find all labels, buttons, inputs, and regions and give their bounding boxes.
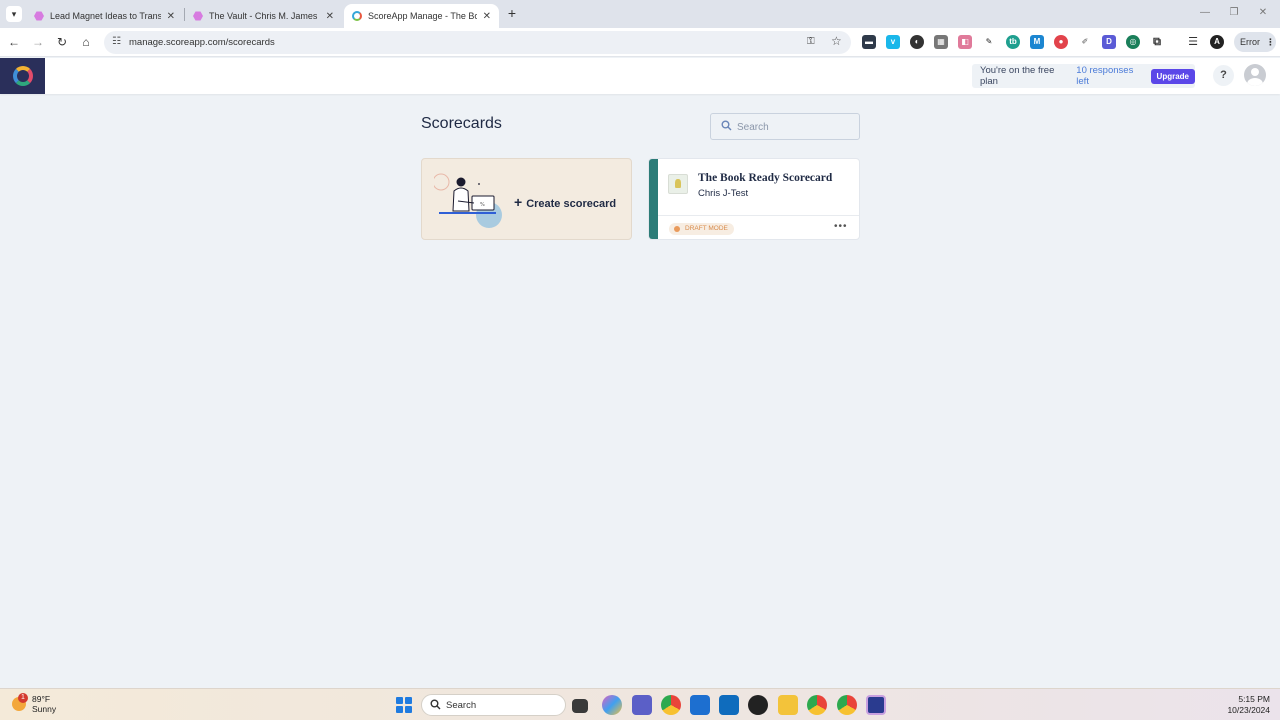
taskbar: 1 89°F Sunny Search 5:15 PM 10/23/2024 bbox=[0, 688, 1280, 720]
close-tab-icon[interactable]: ✕ bbox=[167, 11, 175, 22]
taskbar-search-label: Search bbox=[446, 700, 477, 711]
page-title: Scorecards bbox=[421, 115, 502, 132]
dell-icon[interactable] bbox=[748, 695, 768, 715]
more-menu-icon[interactable]: ⋮ bbox=[1266, 32, 1275, 52]
tab-favicon-icon bbox=[352, 11, 362, 21]
back-arrow-icon[interactable]: ← bbox=[6, 34, 22, 50]
svg-text:%: % bbox=[480, 202, 485, 208]
weather-condition: Sunny bbox=[32, 704, 57, 714]
scorecard-item[interactable]: The Book Ready Scorecard Chris J-Test DR… bbox=[648, 158, 860, 240]
scorecard-title[interactable]: The Book Ready Scorecard bbox=[698, 172, 832, 184]
teams-icon[interactable] bbox=[632, 695, 652, 715]
more-options-icon[interactable]: ••• bbox=[834, 221, 848, 232]
chrome-icon[interactable] bbox=[661, 695, 681, 715]
bookmark-star-icon[interactable]: ☆ bbox=[831, 34, 842, 48]
store-icon[interactable] bbox=[690, 695, 710, 715]
weather-temp: 89°F bbox=[32, 694, 51, 704]
system-clock[interactable]: 5:15 PM 10/23/2024 bbox=[1215, 694, 1270, 716]
status-dot-icon bbox=[674, 226, 680, 232]
extensions-puzzle-icon[interactable]: ⧉ bbox=[1150, 35, 1164, 49]
new-tab-button[interactable]: + bbox=[505, 5, 519, 21]
profile-error-button[interactable]: Error ⋮ bbox=[1234, 32, 1276, 52]
pen-extension-icon[interactable]: ✎ bbox=[982, 35, 996, 49]
tab-search-menu-button[interactable]: ▾ bbox=[6, 6, 22, 22]
weather-widget[interactable]: 1 89°F Sunny bbox=[12, 693, 57, 714]
status-label: DRAFT MODE bbox=[685, 225, 728, 232]
create-scorecard-label[interactable]: + Create scorecard bbox=[514, 194, 616, 210]
url-text[interactable]: manage.scoreapp.com/scorecards bbox=[129, 37, 275, 48]
responses-left-text: 10 responses left bbox=[1076, 65, 1134, 87]
extension-icon[interactable]: ▦ bbox=[934, 35, 948, 49]
file-explorer-icon[interactable] bbox=[778, 695, 798, 715]
extension-icon[interactable]: ✐ bbox=[1078, 35, 1092, 49]
extension-icon[interactable]: ● bbox=[1054, 35, 1068, 49]
task-view-icon[interactable] bbox=[572, 699, 588, 713]
clock-time: 5:15 PM bbox=[1238, 694, 1270, 704]
scorecard-footer: DRAFT MODE ••• bbox=[658, 215, 859, 239]
scoreapp-logo[interactable] bbox=[0, 58, 45, 94]
person-laptop-illustration-icon: % bbox=[434, 173, 502, 228]
home-icon[interactable]: ⌂ bbox=[78, 34, 94, 50]
search-icon bbox=[430, 699, 441, 713]
app-icon[interactable] bbox=[866, 695, 886, 715]
tab-title: ScoreApp Manage - The Book R bbox=[368, 11, 477, 21]
address-bar[interactable]: ☷ manage.scoreapp.com/scorecards ⚿ ☆ bbox=[104, 31, 851, 54]
logo-icon bbox=[12, 66, 33, 86]
close-tab-icon[interactable]: ✕ bbox=[483, 11, 491, 22]
vimeo-extension-icon[interactable]: v bbox=[886, 35, 900, 49]
chrome-profile-icon[interactable] bbox=[837, 695, 857, 715]
upgrade-button[interactable]: Upgrade bbox=[1150, 68, 1195, 84]
status-badge: DRAFT MODE bbox=[669, 223, 734, 235]
tab-favicon-icon bbox=[193, 11, 203, 21]
help-button[interactable]: ? bbox=[1213, 65, 1234, 86]
reading-list-icon[interactable]: ☰ bbox=[1186, 35, 1200, 49]
reload-icon[interactable]: ↻ bbox=[54, 34, 70, 50]
scorecard-subtitle: Chris J-Test bbox=[698, 188, 749, 199]
scorecard-accent-bar bbox=[649, 159, 658, 239]
extension-icon[interactable]: D bbox=[1102, 35, 1116, 49]
password-key-icon[interactable]: ⚿ bbox=[807, 36, 815, 47]
scorecard-thumbnail bbox=[668, 174, 688, 194]
create-scorecard-card[interactable]: % + Create scorecard bbox=[421, 158, 632, 240]
close-tab-icon[interactable]: ✕ bbox=[326, 11, 334, 22]
close-window-icon[interactable]: ✕ bbox=[1257, 7, 1269, 18]
site-info-icon[interactable]: ☷ bbox=[112, 36, 121, 47]
extension-icon[interactable]: ◎ bbox=[1126, 35, 1140, 49]
search-field[interactable] bbox=[710, 113, 860, 140]
profile-error-label: Error bbox=[1240, 37, 1260, 47]
forward-arrow-icon[interactable]: → bbox=[30, 34, 46, 50]
chrome-profile-icon[interactable] bbox=[807, 695, 827, 715]
search-icon bbox=[721, 120, 732, 134]
profile-avatar-icon[interactable]: A bbox=[1210, 35, 1224, 49]
extension-icon[interactable]: M bbox=[1030, 35, 1044, 49]
browser-tab-strip: ▾ Lead Magnet Ideas to Transform ✕ The V… bbox=[0, 0, 1280, 28]
clock-date: 10/23/2024 bbox=[1227, 705, 1270, 715]
search-input[interactable] bbox=[737, 119, 855, 135]
browser-tab-active[interactable]: ScoreApp Manage - The Book R ✕ bbox=[344, 4, 499, 28]
tab-title: The Vault - Chris M. James bbox=[209, 11, 318, 21]
plus-icon: + bbox=[514, 194, 523, 210]
restore-icon[interactable]: ❐ bbox=[1228, 7, 1240, 18]
minimize-icon[interactable]: — bbox=[1199, 7, 1211, 18]
app-header: You're on the free plan 10 responses lef… bbox=[0, 58, 1280, 94]
extension-icon[interactable]: ◧ bbox=[958, 35, 972, 49]
browser-toolbar: ← → ↻ ⌂ ☷ manage.scoreapp.com/scorecards… bbox=[0, 28, 1280, 57]
tab-title: Lead Magnet Ideas to Transform bbox=[50, 11, 161, 21]
plan-banner: You're on the free plan 10 responses lef… bbox=[972, 64, 1195, 88]
extension-icon[interactable]: ▬ bbox=[862, 35, 876, 49]
create-scorecard-text: Create scorecard bbox=[526, 198, 617, 210]
tab-favicon-icon bbox=[34, 11, 44, 21]
notification-badge: 1 bbox=[18, 693, 28, 703]
taskbar-search[interactable]: Search bbox=[421, 694, 566, 716]
browser-tab[interactable]: The Vault - Chris M. James ✕ bbox=[185, 4, 342, 28]
copilot-icon[interactable] bbox=[602, 695, 622, 715]
sun-icon: 1 bbox=[12, 693, 28, 711]
start-windows-icon[interactable] bbox=[396, 697, 412, 713]
plan-text: You're on the free plan bbox=[980, 65, 1055, 87]
extension-icon[interactable]: tb bbox=[1006, 35, 1020, 49]
user-avatar[interactable] bbox=[1244, 64, 1266, 86]
extension-icon[interactable]: ◐ bbox=[910, 35, 924, 49]
browser-tab[interactable]: Lead Magnet Ideas to Transform ✕ bbox=[26, 4, 183, 28]
outlook-icon[interactable] bbox=[719, 695, 739, 715]
